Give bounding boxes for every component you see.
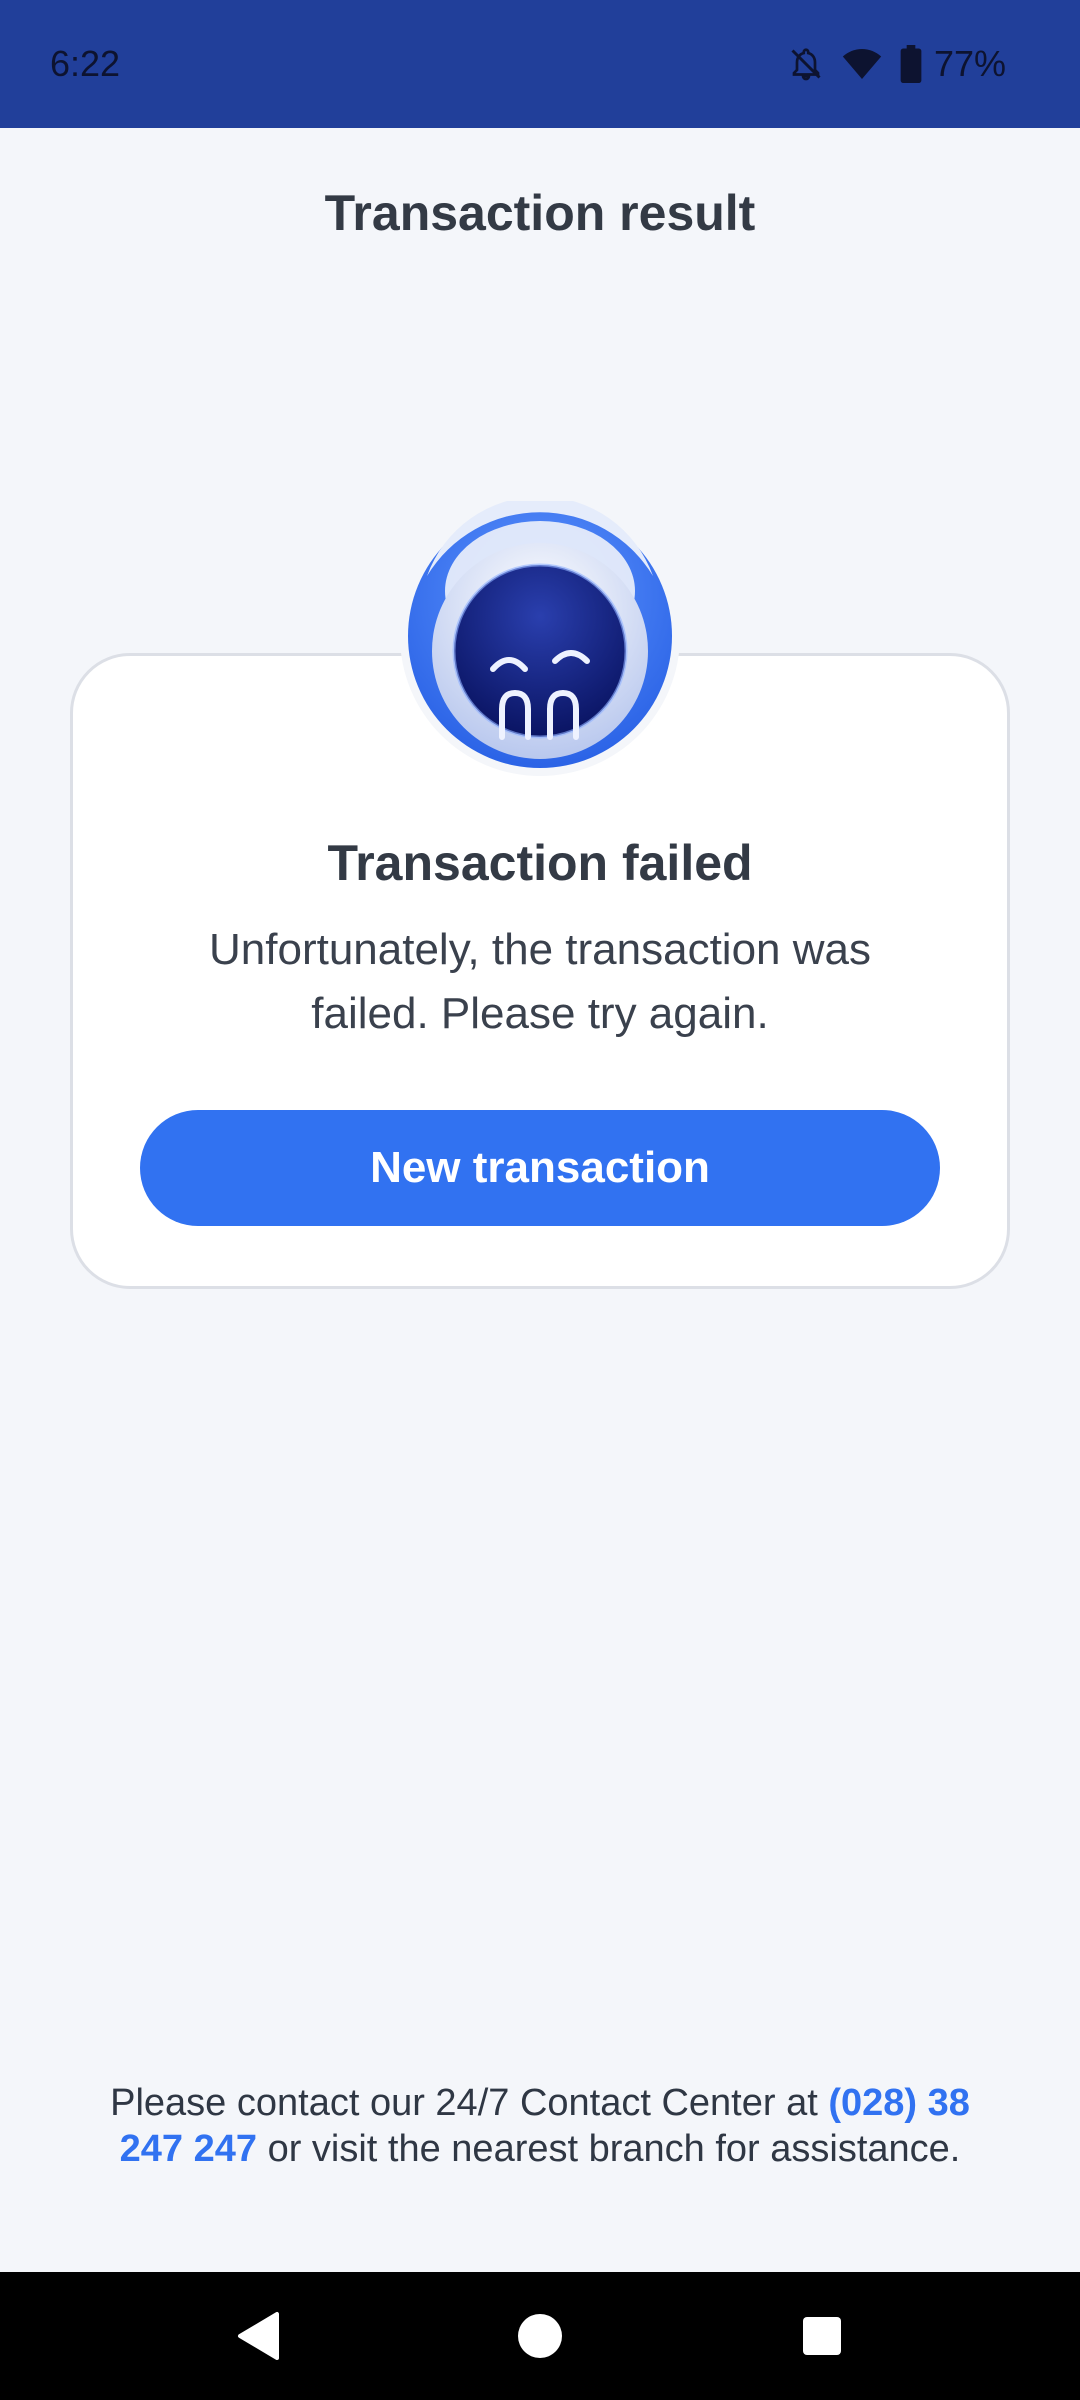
result-message: Unfortunately, the transaction was faile… bbox=[209, 925, 871, 1038]
result-title: Transaction failed bbox=[327, 835, 753, 891]
battery-percentage: 77% bbox=[933, 43, 1006, 84]
sad-robot-mascot-icon bbox=[408, 501, 672, 768]
page-title: Transaction result bbox=[324, 185, 756, 241]
wifi-icon bbox=[840, 42, 884, 86]
mascot-container bbox=[400, 496, 680, 776]
status-icons: 77% bbox=[772, 40, 1006, 88]
notifications-off-icon bbox=[784, 42, 828, 86]
battery-icon bbox=[898, 42, 924, 86]
help-text: Please contact our 24/7 Contact Center a… bbox=[100, 2080, 980, 2172]
recents-icon[interactable] bbox=[782, 2296, 862, 2376]
help-text-intro: Please contact our 24/7 Contact Center a… bbox=[110, 2082, 829, 2124]
home-icon[interactable] bbox=[500, 2296, 580, 2376]
status-bar: 6:22 77% bbox=[0, 0, 1080, 128]
navigation-bar bbox=[0, 2272, 1080, 2400]
status-time: 6:22 bbox=[50, 43, 121, 84]
help-text-outro: or visit the nearest branch for assistan… bbox=[257, 2128, 961, 2170]
new-transaction-button[interactable]: New transaction bbox=[140, 1110, 940, 1226]
back-icon[interactable] bbox=[218, 2296, 298, 2376]
